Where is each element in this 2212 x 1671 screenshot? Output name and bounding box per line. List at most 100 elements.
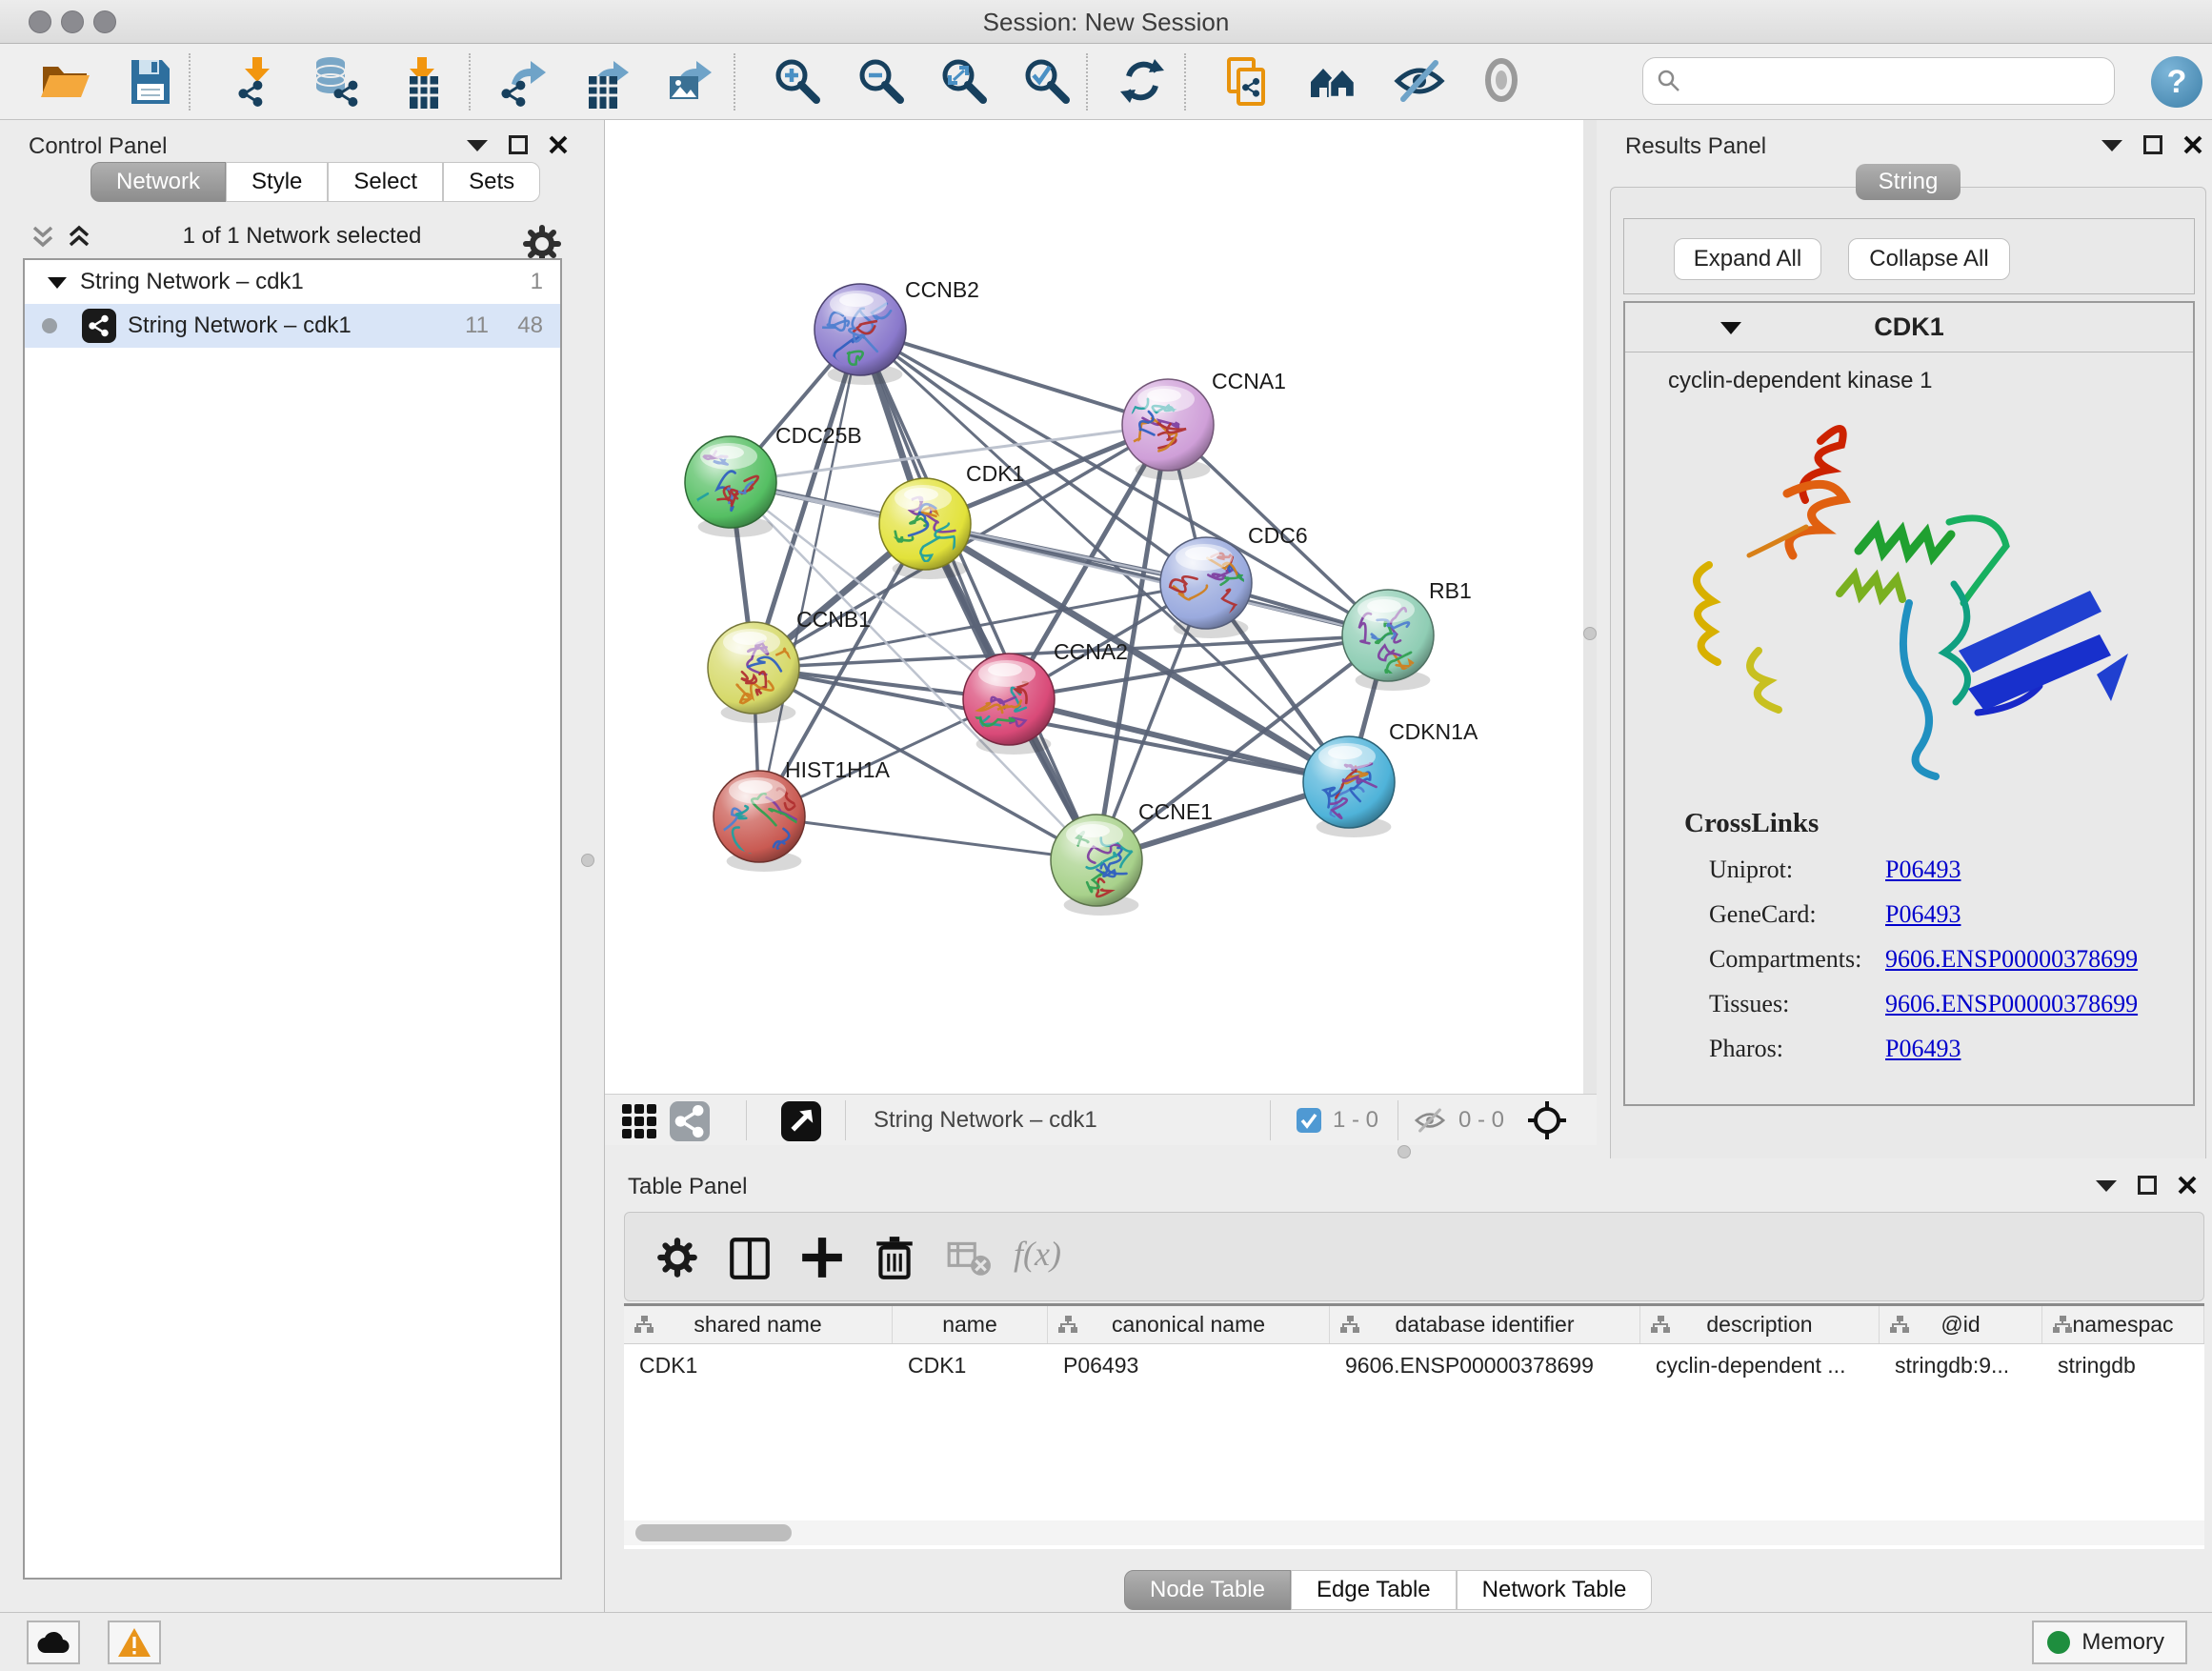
- function-builder-icon-disabled[interactable]: f(x): [1014, 1234, 1099, 1281]
- string-network-badge-icon[interactable]: [670, 1101, 710, 1141]
- node-CCNA2[interactable]: [963, 654, 1055, 755]
- export-table-icon[interactable]: [579, 55, 634, 111]
- network-canvas[interactable]: CCNB2CCNA1CDC25BCDK1CDC6RB1CCNB1CCNA2CDK…: [605, 120, 1583, 1094]
- import-database-icon[interactable]: [312, 55, 367, 111]
- refresh-icon[interactable]: [1116, 55, 1172, 111]
- node-RB1[interactable]: [1342, 590, 1434, 691]
- tab-select[interactable]: Select: [328, 162, 443, 202]
- clone-network-icon[interactable]: [1221, 55, 1277, 111]
- cloud-button[interactable]: [27, 1621, 80, 1664]
- crosslink-link[interactable]: P06493: [1885, 900, 1961, 929]
- edge-CCNB2-HIST1H1A[interactable]: [759, 330, 860, 816]
- zoom-fit-icon[interactable]: [938, 55, 994, 111]
- float-results-icon[interactable]: [2101, 138, 2122, 151]
- zoom-in-icon[interactable]: [772, 55, 827, 111]
- search-input[interactable]: [1681, 67, 2114, 95]
- node-HIST1H1A[interactable]: [714, 771, 810, 872]
- node-CDKN1A[interactable]: [1303, 736, 1395, 837]
- selected-checkbox-icon[interactable]: [1297, 1108, 1321, 1133]
- node-entry-header[interactable]: CDK1: [1625, 303, 2193, 352]
- column-header-description[interactable]: description: [1640, 1306, 1880, 1343]
- grid-view-icon[interactable]: [620, 1102, 658, 1140]
- node-CCNB1[interactable]: [708, 622, 800, 723]
- node-CDK1[interactable]: [879, 478, 971, 579]
- save-icon[interactable]: [124, 55, 179, 111]
- import-table-icon[interactable]: [396, 55, 452, 111]
- table-cell[interactable]: CDK1: [624, 1344, 893, 1386]
- float-panel-icon[interactable]: [467, 138, 488, 151]
- show-eye-icon[interactable]: [1477, 55, 1532, 111]
- crosslink-link[interactable]: 9606.ENSP00000378699: [1885, 990, 2138, 1018]
- open-folder-icon[interactable]: [38, 55, 93, 111]
- tab-sets[interactable]: Sets: [443, 162, 540, 202]
- collapse-all-button[interactable]: Collapse All: [1848, 238, 2010, 280]
- maximize-results-icon[interactable]: [2143, 135, 2162, 154]
- close-panel-icon[interactable]: [549, 135, 568, 154]
- column-header-database-identifier[interactable]: database identifier: [1330, 1306, 1640, 1343]
- float-table-icon[interactable]: [2096, 1178, 2117, 1192]
- column-header--id[interactable]: @id: [1880, 1306, 2042, 1343]
- memory-button[interactable]: Memory: [2032, 1621, 2187, 1664]
- search-field[interactable]: [1642, 57, 2115, 105]
- show-columns-icon[interactable]: [726, 1234, 774, 1281]
- add-column-icon[interactable]: [798, 1234, 846, 1281]
- tab-node-table[interactable]: Node Table: [1124, 1570, 1291, 1610]
- crosslink-link[interactable]: P06493: [1885, 1035, 1961, 1063]
- column-header-name[interactable]: name: [893, 1306, 1048, 1343]
- open-in-new-window-icon[interactable]: [781, 1101, 821, 1141]
- table-gear-icon[interactable]: [654, 1234, 701, 1281]
- right-splitter[interactable]: [1583, 120, 1597, 1094]
- edge-CCNB2-CCNA1[interactable]: [860, 330, 1168, 425]
- tab-style[interactable]: Style: [226, 162, 328, 202]
- help-button[interactable]: ?: [2151, 56, 2202, 108]
- table-cell[interactable]: P06493: [1048, 1344, 1330, 1386]
- memory-status-dot: [2047, 1631, 2070, 1654]
- close-table-icon[interactable]: [2178, 1176, 2197, 1195]
- table-cell[interactable]: CDK1: [893, 1344, 1048, 1386]
- edge-CCNE1-HIST1H1A[interactable]: [759, 816, 1096, 860]
- table-cell[interactable]: stringdb:9...: [1880, 1344, 2042, 1386]
- expand-all-button[interactable]: Expand All: [1674, 238, 1821, 280]
- export-image-icon[interactable]: [662, 55, 717, 111]
- birdseye-crosshair-icon[interactable]: [1527, 1100, 1567, 1140]
- close-results-icon[interactable]: [2183, 135, 2202, 154]
- maximize-panel-icon[interactable]: [509, 135, 528, 154]
- delete-table-icon-disabled[interactable]: [945, 1234, 993, 1281]
- network-collection-row[interactable]: String Network – cdk1 1: [25, 260, 560, 304]
- right-splitter-handle[interactable]: [1583, 627, 1597, 640]
- crosslink-link[interactable]: P06493: [1885, 856, 1961, 884]
- node-CDC25B[interactable]: [684, 436, 776, 537]
- tab-string[interactable]: String: [1856, 164, 1961, 200]
- tab-network-table[interactable]: Network Table: [1457, 1570, 1653, 1610]
- column-header-namespac[interactable]: namespac: [2042, 1306, 2204, 1343]
- zoom-selected-icon[interactable]: [1021, 55, 1076, 111]
- table-cell[interactable]: 9606.ENSP00000378699: [1330, 1344, 1640, 1386]
- hide-selected-eye-icon[interactable]: [1393, 55, 1448, 111]
- maximize-table-icon[interactable]: [2138, 1176, 2157, 1195]
- node-label-RB1: RB1: [1429, 578, 1472, 603]
- table-hscrollbar-thumb[interactable]: [635, 1524, 792, 1541]
- table-row[interactable]: CDK1CDK1P064939606.ENSP00000378699cyclin…: [624, 1344, 2204, 1386]
- tab-network[interactable]: Network: [90, 162, 226, 202]
- node-CCNE1[interactable]: [1051, 815, 1142, 916]
- snapshot-houses-icon[interactable]: [1307, 55, 1362, 111]
- import-network-icon[interactable]: [231, 55, 287, 111]
- tab-edge-table[interactable]: Edge Table: [1291, 1570, 1457, 1610]
- network-row-selected[interactable]: String Network – cdk1 11 48: [25, 304, 560, 348]
- zoom-out-icon[interactable]: [855, 55, 911, 111]
- table-cell[interactable]: cyclin-dependent ...: [1640, 1344, 1880, 1386]
- delete-column-trash-icon[interactable]: [871, 1234, 918, 1281]
- table-cell[interactable]: stringdb: [2042, 1344, 2204, 1386]
- node-table: shared namenamecanonical namedatabase id…: [624, 1303, 2204, 1549]
- column-header-canonical-name[interactable]: canonical name: [1048, 1306, 1330, 1343]
- table-hscrollbar[interactable]: [624, 1520, 2204, 1545]
- left-splitter-handle[interactable]: [581, 854, 594, 867]
- crosslink-link[interactable]: 9606.ENSP00000378699: [1885, 945, 2138, 974]
- edge-CCNB2-CCNE1[interactable]: [860, 330, 1096, 860]
- warnings-button[interactable]: [108, 1621, 161, 1664]
- horizontal-splitter-handle[interactable]: [1398, 1145, 1411, 1158]
- column-header-shared-name[interactable]: shared name: [624, 1306, 893, 1343]
- export-network-icon[interactable]: [496, 55, 552, 111]
- collection-expand-icon[interactable]: [48, 275, 67, 289]
- node-CCNA1[interactable]: [1122, 379, 1214, 480]
